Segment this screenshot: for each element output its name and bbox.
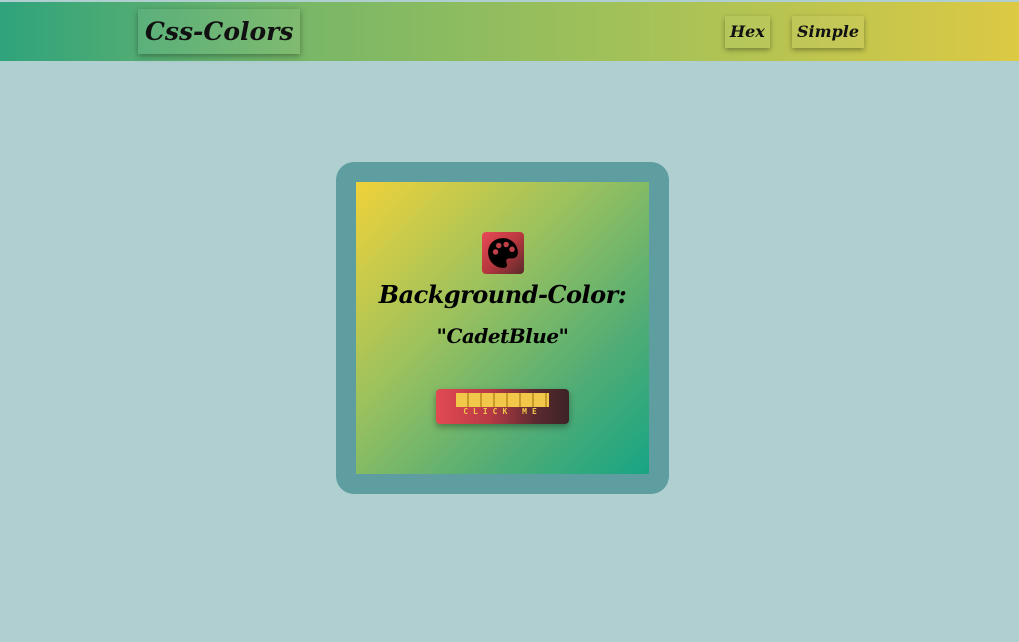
click-me-label: CLICK ME [463, 407, 542, 416]
color-card: Background-Color: "CadetBlue" CLICK ME [356, 182, 649, 474]
click-me-button[interactable]: CLICK ME [436, 389, 569, 424]
color-frame: Background-Color: "CadetBlue" CLICK ME [336, 162, 669, 494]
button-bars-decoration [456, 393, 549, 407]
navbar: Css-Colors Hex Simple [0, 2, 1019, 61]
brand-logo[interactable]: Css-Colors [138, 9, 301, 54]
background-color-title: Background-Color: [378, 280, 627, 309]
nav-link-simple[interactable]: Simple [792, 16, 865, 48]
palette-icon [488, 238, 518, 268]
nav-link-hex[interactable]: Hex [725, 16, 770, 48]
color-name-label: "CadetBlue" [436, 324, 569, 348]
palette-icon-box [482, 232, 524, 274]
